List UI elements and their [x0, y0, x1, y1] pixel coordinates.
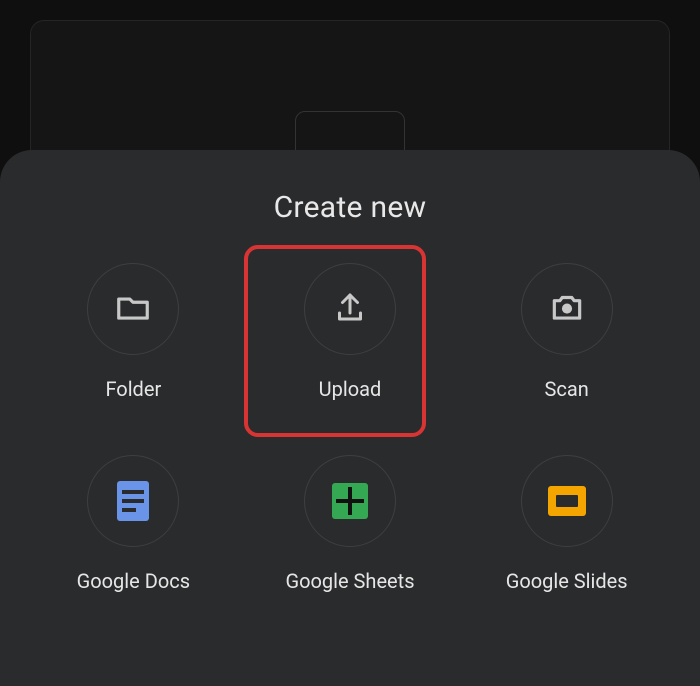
- google-docs-button[interactable]: Google Docs: [35, 455, 232, 593]
- upload-label: Upload: [319, 377, 382, 401]
- background-card: [30, 20, 670, 170]
- google-docs-icon: [117, 481, 149, 521]
- scan-label: Scan: [545, 377, 589, 401]
- upload-button[interactable]: Upload: [252, 263, 449, 401]
- google-sheets-icon: [332, 483, 368, 519]
- upload-icon: [332, 289, 368, 329]
- folder-icon: [114, 288, 152, 330]
- google-sheets-button[interactable]: Google Sheets: [252, 455, 449, 593]
- google-slides-button[interactable]: Google Slides: [468, 455, 665, 593]
- sheets-label: Google Sheets: [285, 569, 414, 593]
- scan-button[interactable]: Scan: [468, 263, 665, 401]
- folder-label: Folder: [105, 377, 161, 401]
- create-new-sheet: Create new Folder: [0, 150, 700, 686]
- slides-circle: [521, 455, 613, 547]
- docs-label: Google Docs: [77, 569, 190, 593]
- slides-label: Google Slides: [506, 569, 628, 593]
- camera-icon: [548, 288, 586, 330]
- action-grid: Folder Upload: [35, 263, 665, 593]
- folder-button[interactable]: Folder: [35, 263, 232, 401]
- docs-circle: [87, 455, 179, 547]
- scan-circle: [521, 263, 613, 355]
- google-slides-icon: [548, 486, 586, 516]
- upload-circle: [304, 263, 396, 355]
- sheet-title: Create new: [35, 190, 665, 225]
- folder-circle: [87, 263, 179, 355]
- sheets-circle: [304, 455, 396, 547]
